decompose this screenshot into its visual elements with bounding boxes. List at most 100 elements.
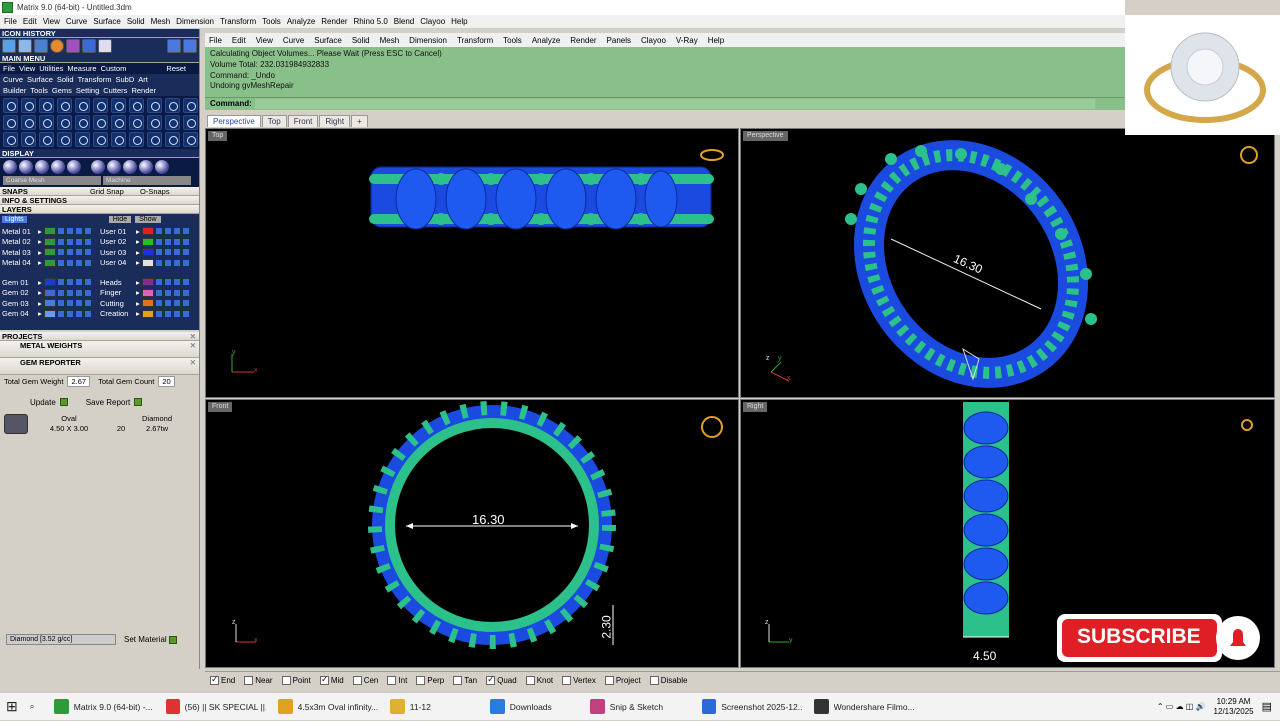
subscribe-button-label[interactable]: SUBSCRIBE [1077, 625, 1201, 649]
history-tool-icon[interactable] [18, 39, 32, 53]
o-snaps-toggle[interactable]: O-Snaps [140, 187, 170, 196]
layer-toggle-icon[interactable] [173, 288, 181, 297]
layer-toggle-icon[interactable] [164, 309, 172, 318]
tool-icon[interactable] [3, 132, 18, 147]
osnap-checkbox[interactable] [416, 676, 426, 686]
osnap-checkbox[interactable] [352, 676, 362, 686]
tool-icon[interactable] [147, 132, 162, 147]
layer-toggle-icon[interactable] [164, 237, 172, 246]
layer-toggle-icon[interactable] [173, 237, 181, 246]
layer-color-swatch[interactable] [142, 248, 154, 257]
layer-toggle-icon[interactable] [75, 299, 83, 308]
rhino-menu-clayoo[interactable]: Clayoo [641, 36, 666, 45]
update-button[interactable]: Update [30, 398, 56, 407]
layer-toggle-icon[interactable] [57, 309, 65, 318]
display-render-icon[interactable] [19, 160, 33, 174]
tool-icon[interactable] [183, 132, 198, 147]
osnap-knot[interactable]: Knot [525, 676, 553, 686]
layer-toggle-icon[interactable] [84, 237, 92, 246]
tool-icon[interactable] [111, 98, 126, 113]
layer-toggle-icon[interactable] [164, 227, 172, 236]
layer-color-swatch[interactable] [142, 288, 154, 297]
layer-toggle-icon[interactable] [57, 278, 65, 287]
taskbar-app[interactable]: 4.5x3m Oval infinity... [272, 693, 384, 721]
taskbar-app[interactable]: Downloads [484, 693, 584, 721]
osnap-tan[interactable]: Tan [453, 676, 477, 686]
layer-toggle-icon[interactable] [173, 227, 181, 236]
hide-button[interactable]: Hide [108, 216, 132, 223]
viewport-front[interactable]: Front 16.30 2.30 z x [205, 399, 739, 668]
ribbon-gems[interactable]: Gems [52, 86, 72, 95]
layer-toggle-icon[interactable] [155, 237, 163, 246]
layer-toggle-icon[interactable] [173, 258, 181, 267]
tool-icon[interactable] [21, 132, 36, 147]
ribbon-render[interactable]: Render [131, 86, 156, 95]
layer-toggle-icon[interactable] [75, 288, 83, 297]
layer-toggle-icon[interactable] [164, 258, 172, 267]
taskbar-app[interactable]: Snip & Sketch [584, 693, 696, 721]
layer-row[interactable]: Metal 02 ▸ [2, 237, 100, 248]
notification-icon[interactable]: ▤ [1262, 700, 1272, 713]
layer-toggle-icon[interactable] [173, 248, 181, 257]
rhino-menu-solid[interactable]: Solid [352, 36, 370, 45]
ribbon-solid[interactable]: Solid [57, 75, 74, 84]
layer-toggle-icon[interactable] [75, 278, 83, 287]
layer-color-swatch[interactable] [142, 309, 154, 318]
menu-file[interactable]: File [4, 17, 17, 26]
osnap-checkbox[interactable] [649, 676, 659, 686]
ribbon-art[interactable]: Art [138, 75, 148, 84]
layer-toggle-icon[interactable] [66, 258, 74, 267]
menu-render[interactable]: Render [321, 17, 347, 26]
ribbon-builder[interactable]: Builder [3, 86, 26, 95]
tool-icon[interactable] [147, 98, 162, 113]
coarse-mesh-select[interactable]: Coarse Mesh [3, 176, 101, 185]
menu-rhino5[interactable]: Rhino 5.0 [354, 17, 388, 26]
layer-color-swatch[interactable] [44, 237, 56, 246]
tool-icon[interactable] [111, 115, 126, 130]
tab-right[interactable]: Right [319, 115, 351, 127]
taskbar-app[interactable]: 11-12 [384, 693, 484, 721]
osnap-checkbox[interactable] [486, 674, 496, 686]
osnap-int[interactable]: Int [387, 676, 407, 686]
menu-tools[interactable]: Tools [262, 17, 281, 26]
layer-toggle-icon[interactable] [182, 278, 190, 287]
layer-toggle-icon[interactable] [84, 258, 92, 267]
layer-toggle-icon[interactable] [84, 248, 92, 257]
layer-toggle-icon[interactable] [66, 288, 74, 297]
ribbon-transform[interactable]: Transform [78, 75, 112, 84]
rhino-menu-mesh[interactable]: Mesh [380, 36, 400, 45]
history-tool-icon[interactable] [2, 39, 16, 53]
panel-menu-reset[interactable]: Reset [166, 64, 186, 73]
history-tool-icon[interactable] [82, 39, 96, 53]
layer-toggle-icon[interactable] [84, 309, 92, 318]
rhino-menu-file[interactable]: File [209, 36, 222, 45]
layer-toggle-icon[interactable] [182, 258, 190, 267]
material-select[interactable]: Diamond [3.52 g/cc] [6, 634, 116, 645]
osnap-end[interactable]: End [210, 674, 235, 686]
layer-row[interactable]: Heads ▸ [100, 277, 196, 288]
layer-toggle-icon[interactable] [75, 227, 83, 236]
menu-analyze[interactable]: Analyze [287, 17, 315, 26]
forward-arrow-icon[interactable] [183, 39, 197, 53]
layer-color-swatch[interactable] [44, 248, 56, 257]
menu-blend[interactable]: Blend [394, 17, 414, 26]
display-gold-icon[interactable] [91, 160, 105, 174]
ribbon-setting[interactable]: Setting [76, 86, 99, 95]
panel-menu-custom[interactable]: Custom [101, 64, 127, 73]
layer-row[interactable]: User 03 ▸ [100, 247, 196, 258]
osnap-mid[interactable]: Mid [319, 674, 344, 686]
osnap-checkbox[interactable] [387, 676, 397, 686]
layer-color-swatch[interactable] [142, 258, 154, 267]
add-viewport-tab[interactable]: + [351, 115, 368, 127]
rhino-menu-surface[interactable]: Surface [314, 36, 342, 45]
layer-toggle-icon[interactable] [182, 288, 190, 297]
osnap-checkbox[interactable] [604, 676, 614, 686]
osnap-cen[interactable]: Cen [352, 676, 378, 686]
start-button[interactable]: ⊞ [0, 693, 24, 721]
taskbar-app[interactable]: Matrix 9.0 (64-bit) -... [48, 693, 160, 721]
osnap-quad[interactable]: Quad [486, 674, 517, 686]
save-report-go-icon[interactable] [134, 398, 143, 406]
layer-color-swatch[interactable] [44, 258, 56, 267]
layer-toggle-icon[interactable] [75, 258, 83, 267]
layer-toggle-icon[interactable] [164, 299, 172, 308]
